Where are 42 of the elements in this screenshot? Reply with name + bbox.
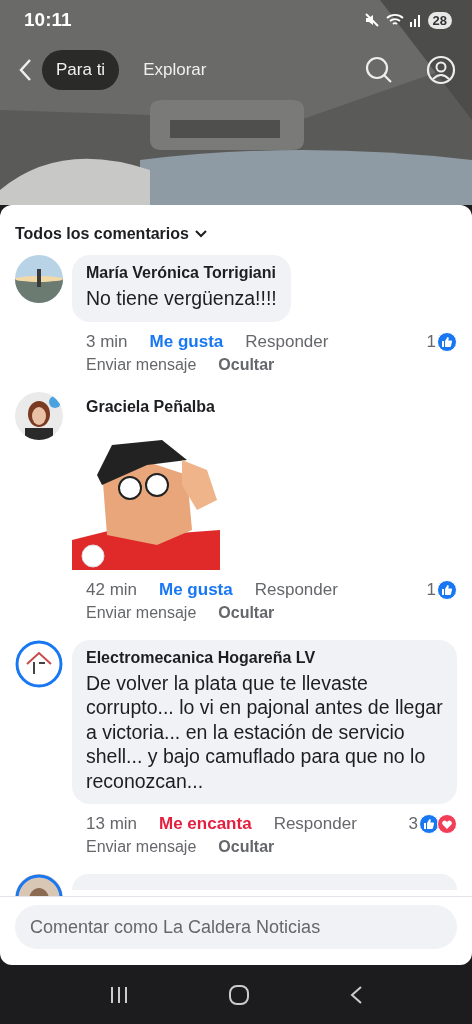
- hide-button[interactable]: Ocultar: [218, 603, 275, 622]
- comment-text: No tiene vergüenza!!!!: [86, 286, 277, 311]
- like-reaction-icon: [437, 579, 457, 600]
- status-time: 10:11: [24, 9, 72, 31]
- comment-time: 42 min: [86, 579, 138, 600]
- comment-author: María Verónica Torrigiani: [86, 264, 277, 282]
- recent-apps-icon[interactable]: [109, 985, 130, 1004]
- reaction-button[interactable]: Me gusta: [149, 331, 224, 352]
- reaction-count: 3: [408, 814, 418, 834]
- reaction-button[interactable]: Me encanta: [159, 814, 252, 834]
- comment-text: De volver la plata que te llevaste corrupto... lo vi en pajonal antes de llegar a victoria... en la estación de servicio shell... y bajo camuflado para que no lo reconozcan...: [86, 670, 443, 793]
- nav-tab[interactable]: Para ti: [42, 50, 120, 90]
- comment-time: 13 min: [86, 814, 138, 834]
- mute-icon: [363, 12, 380, 28]
- reaction-button[interactable]: Me gusta: [159, 579, 233, 600]
- back-button[interactable]: [18, 58, 32, 82]
- love-reaction-icon: [437, 814, 457, 834]
- send-message-button[interactable]: Enviar mensaje: [86, 355, 197, 374]
- reaction-count: 1: [426, 331, 436, 352]
- send-message-button[interactable]: Enviar mensaje: [86, 838, 197, 856]
- wifi-icon: [385, 12, 404, 28]
- nav-tab[interactable]: Explorar: [129, 50, 221, 90]
- comments-filter[interactable]: Todos los comentarios: [0, 205, 222, 255]
- hide-button[interactable]: Ocultar: [218, 838, 275, 856]
- search-button[interactable]: [364, 55, 394, 85]
- comment-time: 3 min: [86, 331, 128, 352]
- send-message-button[interactable]: Enviar mensaje: [86, 603, 197, 622]
- like-reaction-icon: [437, 331, 457, 352]
- like-reaction-icon: [419, 814, 439, 834]
- profile-button[interactable]: [426, 55, 456, 85]
- reaction-count: 1: [426, 579, 436, 600]
- comment-author: Electromecanica Hogareña LV: [86, 648, 317, 667]
- reply-button[interactable]: Responder: [254, 579, 338, 600]
- hide-button[interactable]: Ocultar: [218, 355, 275, 374]
- comment-author: Graciela Peñalba: [86, 397, 215, 416]
- home-icon[interactable]: [228, 983, 250, 1006]
- chevron-down-icon: [194, 230, 207, 238]
- comment-input[interactable]: Comentar como La Caldera Noticias: [15, 905, 457, 949]
- signal-icon: [409, 13, 422, 27]
- reply-button[interactable]: Responder: [245, 331, 329, 352]
- reply-button[interactable]: Responder: [273, 814, 357, 834]
- back-icon[interactable]: [348, 984, 363, 1005]
